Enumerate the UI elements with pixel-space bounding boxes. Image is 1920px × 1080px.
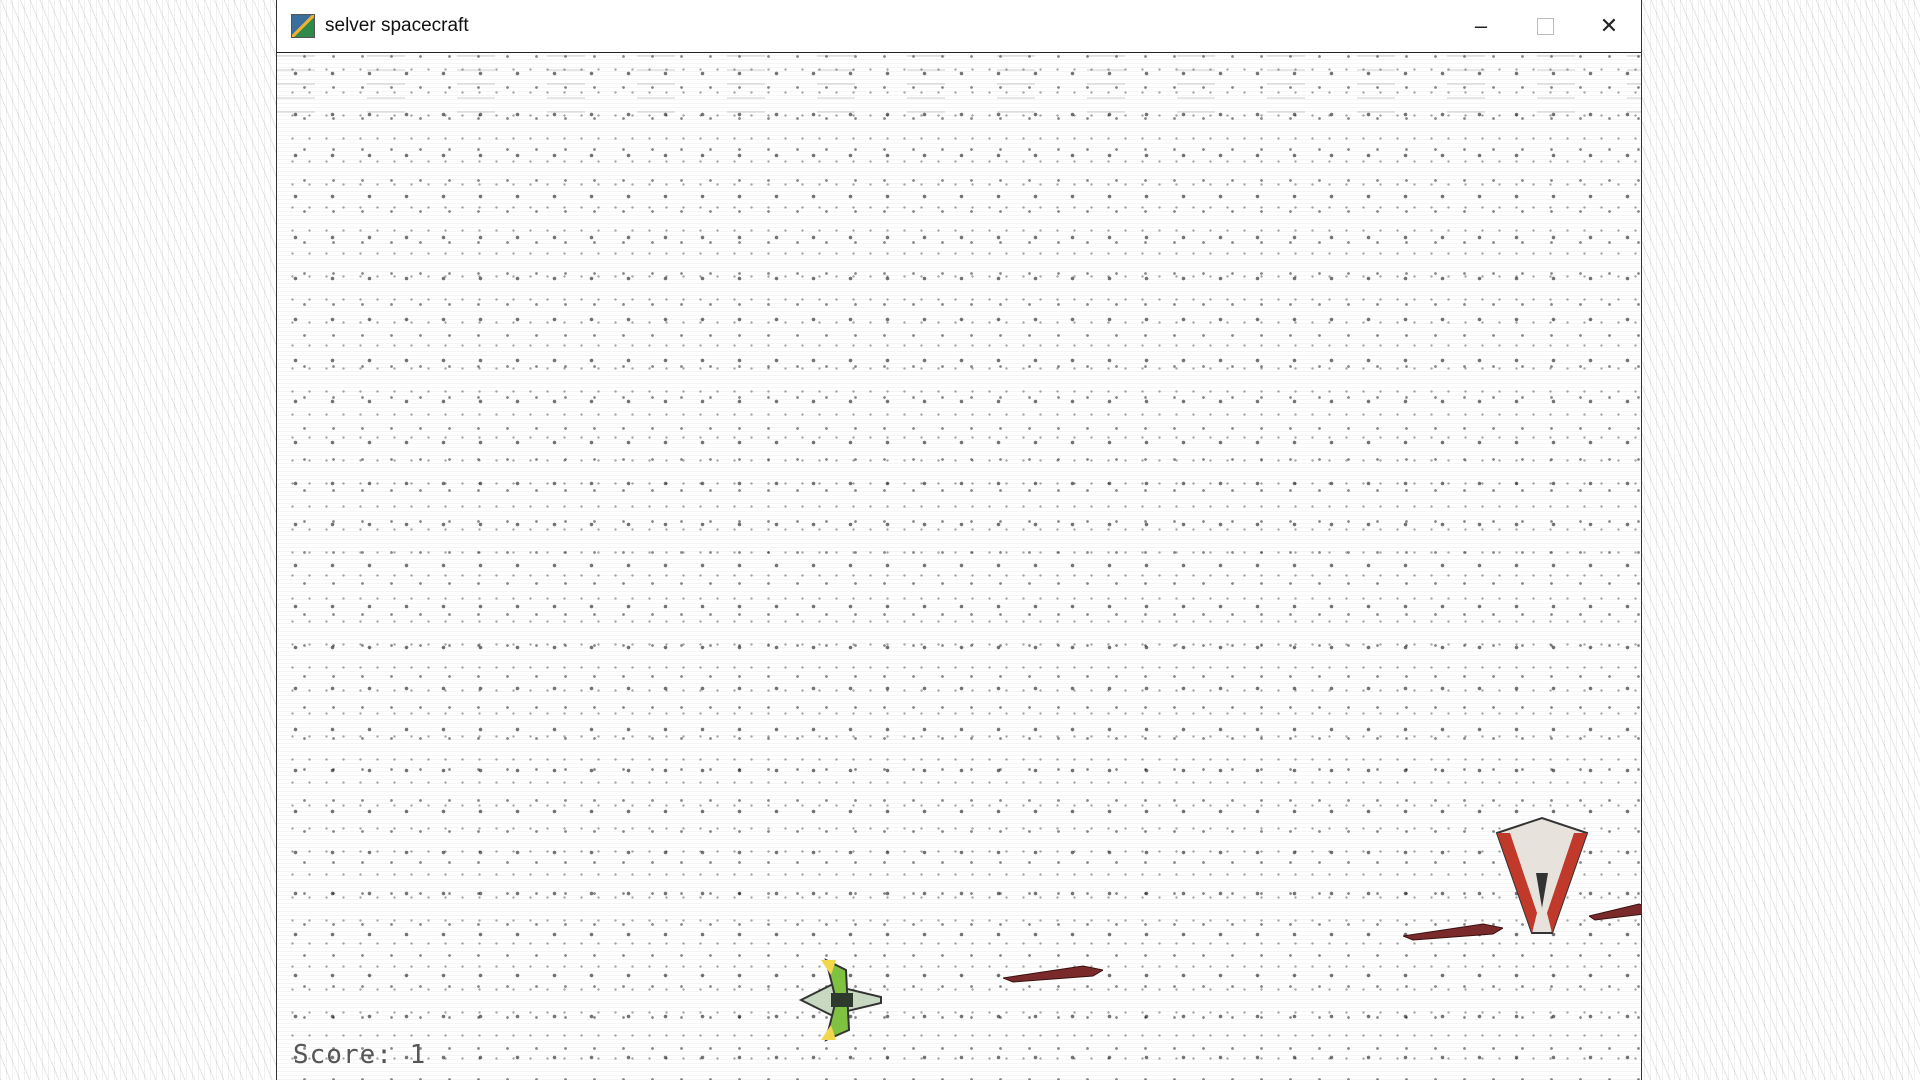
game-window: selver spacecraft – ✕ Score: 1 bbox=[276, 0, 1642, 1080]
enemy-spaceship bbox=[1495, 816, 1589, 934]
maximize-icon bbox=[1536, 17, 1554, 35]
window-title: selver spacecraft bbox=[325, 15, 469, 36]
app-icon bbox=[291, 14, 315, 38]
close-button[interactable]: ✕ bbox=[1577, 0, 1641, 52]
maximize-button[interactable] bbox=[1513, 0, 1577, 52]
speed-streaks bbox=[277, 53, 1641, 113]
minimize-icon: – bbox=[1474, 13, 1488, 38]
score-display: Score: 1 bbox=[293, 1040, 427, 1070]
player-spaceship bbox=[798, 958, 882, 1042]
enemy-bullet bbox=[1403, 923, 1503, 941]
title-bar[interactable]: selver spacecraft – ✕ bbox=[277, 0, 1641, 53]
enemy-bullet bbox=[1589, 903, 1641, 921]
close-icon: ✕ bbox=[1599, 13, 1619, 38]
enemy-bullet bbox=[1003, 965, 1103, 983]
minimize-button[interactable]: – bbox=[1449, 0, 1513, 52]
game-canvas[interactable]: Score: 1 bbox=[277, 53, 1641, 1080]
